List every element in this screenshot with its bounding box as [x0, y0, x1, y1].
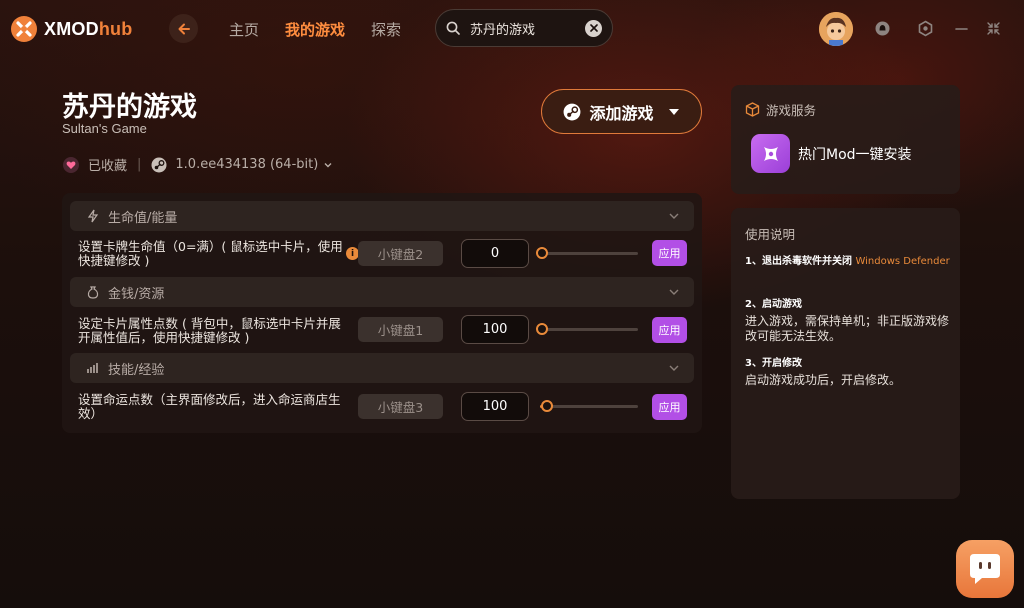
section-title: 生命值/能量 [108, 210, 178, 226]
user-avatar-icon [819, 12, 853, 46]
arrow-left-icon [178, 23, 190, 34]
nav-home[interactable]: 主页 [229, 19, 259, 40]
hotkey-button[interactable]: 小键盘2 [358, 241, 443, 266]
page-subtitle: Sultan's Game [62, 121, 147, 136]
add-game-button[interactable]: 添加游戏 [541, 89, 702, 134]
help-step-2: 2、启动游戏 进入游戏，需保持单机；非正版游戏修改可能无法生效。 [745, 297, 950, 344]
caret-down-icon [668, 108, 679, 115]
hotkey-button[interactable]: 小键盘3 [358, 394, 443, 419]
value-input[interactable]: 0 [461, 239, 529, 268]
value-input[interactable]: 100 [461, 392, 529, 421]
minimize-icon[interactable] [953, 20, 970, 37]
chevron-down-icon[interactable] [668, 286, 680, 298]
hotkey-button[interactable]: 小键盘1 [358, 317, 443, 342]
game-meta: 已收藏 | 1.0.ee434138 (64-bit) [63, 155, 333, 174]
steam-icon [151, 157, 167, 172]
cheats-panel: 生命值/能量 设置卡牌生命值（0=满）( 鼠标选中卡片，使用快捷键修改 ) i … [62, 193, 702, 433]
section-header-health[interactable]: 生命值/能量 [70, 201, 694, 231]
chevron-down-icon[interactable] [668, 362, 680, 374]
box-icon [745, 102, 760, 117]
value-slider[interactable] [536, 247, 638, 259]
step-heading: 1、退出杀毒软件并关闭 Windows Defender [745, 256, 950, 267]
settings-icon[interactable] [917, 20, 934, 37]
favorite-heart-icon[interactable] [63, 156, 79, 173]
favorited-label[interactable]: 已收藏 [88, 155, 127, 174]
back-button[interactable] [169, 14, 198, 43]
steam-icon [564, 103, 581, 120]
search-bar[interactable]: 苏丹的游戏 [435, 9, 613, 47]
page-title: 苏丹的游戏 [62, 92, 197, 123]
apply-button[interactable]: 应用 [652, 317, 687, 343]
close-icon [589, 24, 598, 32]
nav-explore[interactable]: 探索 [371, 19, 401, 40]
mod-install-item[interactable]: 热门Mod一键安装 [751, 134, 912, 173]
game-service-card: 游戏服务 热门Mod一键安装 [731, 85, 960, 194]
mod-install-label: 热门Mod一键安装 [798, 146, 912, 163]
chat-assistant-button[interactable] [956, 540, 1014, 598]
version-label[interactable]: 1.0.ee434138 (64-bit) [175, 157, 318, 172]
search-icon [446, 21, 460, 35]
step-heading: 2、启动游戏 [745, 299, 802, 310]
apply-button[interactable]: 应用 [652, 240, 687, 266]
step-heading: 3、开启修改 [745, 358, 802, 369]
cheat-label: 设定卡片属性点数 ( 背包中，鼠标选中卡片并展开属性值后，使用快捷键修改 ) [78, 316, 341, 345]
notification-bell-icon[interactable] [874, 20, 891, 37]
app-logo[interactable]: XMODhub [10, 15, 132, 43]
help-card: 使用说明 1、退出杀毒软件并关闭 Windows Defender 2、启动游戏… [731, 208, 960, 499]
mod-puzzle-icon [751, 134, 790, 173]
money-bag-icon [87, 286, 99, 299]
section-title: 金钱/资源 [108, 286, 165, 302]
step-body: 进入游戏，需保持单机；非正版游戏修改可能无法生效。 [745, 314, 950, 343]
windows-defender-link[interactable]: Windows Defender [855, 256, 949, 267]
add-game-label: 添加游戏 [589, 103, 654, 123]
clear-search-button[interactable] [585, 19, 602, 37]
step-body: 启动游戏成功后，开启修改。 [745, 373, 902, 387]
service-title: 游戏服务 [766, 103, 817, 118]
help-step-3: 3、开启修改 启动游戏成功后，开启修改。 [745, 356, 950, 388]
value-input[interactable]: 100 [461, 315, 529, 344]
cheat-label: 设置命运点数（主界面修改后，进入命运商店生效） [78, 392, 341, 421]
collapse-window-icon[interactable] [985, 20, 1002, 37]
section-header-money[interactable]: 金钱/资源 [70, 277, 694, 307]
top-bar: XMODhub 主页 我的游戏 探索 苏丹的游戏 [0, 0, 1024, 58]
value-slider[interactable] [536, 323, 638, 335]
service-header: 游戏服务 [745, 100, 816, 119]
divider: | [137, 157, 142, 172]
chat-bot-icon [970, 554, 1000, 584]
nav-my-games[interactable]: 我的游戏 [285, 19, 345, 40]
cheat-label: 设置卡牌生命值（0=满）( 鼠标选中卡片，使用快捷键修改 ) [78, 239, 343, 268]
avatar[interactable] [819, 12, 853, 46]
help-title: 使用说明 [745, 227, 796, 242]
xmod-logo-icon [11, 16, 37, 42]
chevron-down-icon[interactable] [323, 160, 333, 170]
logo-text: XMODhub [44, 18, 133, 39]
value-slider[interactable] [536, 400, 638, 412]
section-header-skills[interactable]: 技能/经验 [70, 353, 694, 383]
search-input[interactable]: 苏丹的游戏 [470, 19, 585, 38]
chevron-down-icon[interactable] [668, 210, 680, 222]
lightning-icon [87, 209, 99, 223]
section-title: 技能/经验 [108, 362, 165, 378]
bar-chart-icon [87, 363, 98, 373]
help-step-1: 1、退出杀毒软件并关闭 Windows Defender [745, 254, 950, 271]
apply-button[interactable]: 应用 [652, 394, 687, 420]
